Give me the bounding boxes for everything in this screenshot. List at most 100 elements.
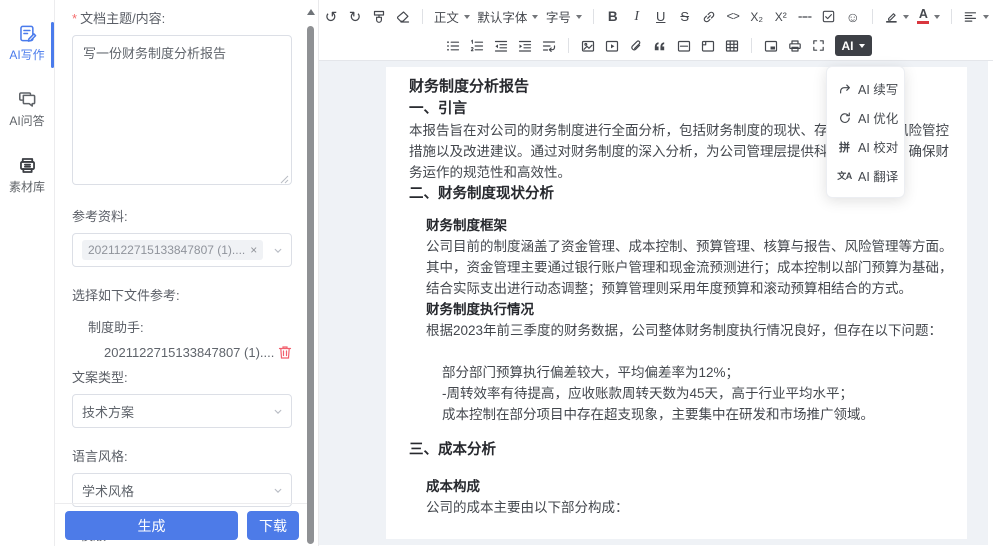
doc-type-select[interactable]: 技术方案 bbox=[72, 394, 292, 428]
required-mark: * bbox=[72, 11, 77, 26]
format-painter-button[interactable] bbox=[368, 5, 390, 28]
download-button[interactable]: 下载 bbox=[247, 511, 299, 540]
subscript-button[interactable]: X₂ bbox=[746, 5, 768, 28]
underline-button[interactable]: U bbox=[650, 5, 672, 28]
sidebar-item-material-library[interactable]: 素材库 bbox=[0, 156, 54, 195]
style-select[interactable]: 学术风格 bbox=[72, 473, 292, 507]
ai-continue-icon bbox=[837, 82, 852, 96]
nav-rail: AI写作 AI问答 素材库 bbox=[0, 0, 55, 546]
menu-item-ai-optimize[interactable]: AI 优化 bbox=[827, 103, 904, 132]
editor-scroll-track[interactable] bbox=[988, 61, 993, 545]
insert-table-button[interactable] bbox=[721, 34, 743, 57]
referenced-file-name: 2021122715133847807 (1).... bbox=[104, 345, 274, 360]
clear-format-button[interactable] bbox=[392, 5, 414, 28]
eraser-icon bbox=[395, 9, 411, 25]
chevron-down-icon bbox=[274, 247, 282, 255]
align-left-icon bbox=[963, 9, 978, 24]
reference-select[interactable]: 2021122715133847807 (1).... × bbox=[72, 233, 292, 267]
sidebar-item-ai-qa[interactable]: AI问答 bbox=[0, 90, 54, 129]
assistant-label: 制度助手: bbox=[88, 317, 292, 336]
generate-button[interactable]: 生成 bbox=[65, 511, 238, 540]
bold-button[interactable]: B bbox=[602, 5, 624, 28]
font-size-dropdown[interactable]: 字号 bbox=[543, 5, 585, 28]
caret-down-icon bbox=[983, 15, 989, 19]
blockquote-button[interactable] bbox=[649, 34, 671, 57]
text-wrap-button[interactable] bbox=[538, 34, 560, 57]
remove-tag-icon[interactable]: × bbox=[250, 244, 257, 256]
page-break-icon bbox=[700, 38, 716, 54]
caret-down-icon bbox=[576, 15, 582, 19]
horizontal-rule-button[interactable] bbox=[794, 5, 816, 28]
ai-writing-icon bbox=[18, 24, 37, 43]
indent-button[interactable] bbox=[514, 34, 536, 57]
ai-qa-icon bbox=[18, 90, 37, 109]
paperclip-icon bbox=[628, 38, 644, 54]
chevron-down-icon bbox=[274, 487, 282, 495]
doc-paragraph-execution: 根据2023年前三季度的财务数据，公司整体财务制度执行情况良好，但存在以下问题： bbox=[426, 320, 953, 341]
embed-button[interactable] bbox=[760, 34, 782, 57]
divider-button[interactable] bbox=[673, 34, 695, 57]
superscript-button[interactable]: X² bbox=[770, 5, 792, 28]
editor-toolbar: ↺ ↻ 正文 默认字体 字号 B I U S <> X₂ X² ☺ bbox=[319, 0, 993, 61]
sidebar-item-ai-writing[interactable]: AI写作 bbox=[0, 24, 54, 63]
insert-video-button[interactable] bbox=[601, 34, 623, 57]
redo-button[interactable]: ↻ bbox=[344, 5, 366, 28]
caret-down-icon bbox=[532, 15, 538, 19]
link-button[interactable] bbox=[698, 5, 720, 28]
strikethrough-button[interactable]: S bbox=[674, 5, 696, 28]
attachment-button[interactable] bbox=[625, 34, 647, 57]
ordered-list-button[interactable] bbox=[466, 34, 488, 57]
ai-dropdown-button[interactable]: AI bbox=[835, 35, 872, 56]
font-family-dropdown[interactable]: 默认字体 bbox=[475, 5, 541, 28]
menu-item-ai-proofread[interactable]: 拼 AI 校对 bbox=[827, 132, 904, 161]
page-break-button[interactable] bbox=[697, 34, 719, 57]
delete-file-icon[interactable] bbox=[278, 345, 292, 360]
insert-image-button[interactable] bbox=[577, 34, 599, 57]
file-reference-label: 选择如下文件参考: bbox=[72, 285, 292, 304]
task-checkbox-button[interactable] bbox=[818, 5, 840, 28]
quote-icon bbox=[652, 38, 667, 53]
outdent-button[interactable] bbox=[490, 34, 512, 57]
toolbar-separator bbox=[872, 9, 873, 24]
image-icon bbox=[580, 38, 596, 54]
embed-icon bbox=[763, 38, 779, 54]
bullet-list-button[interactable] bbox=[442, 34, 464, 57]
scrollbar-thumb[interactable] bbox=[307, 26, 314, 544]
code-button[interactable]: <> bbox=[722, 5, 744, 28]
fullscreen-icon bbox=[811, 38, 826, 53]
print-button[interactable] bbox=[784, 34, 806, 57]
doc-heading-cost-structure: 成本构成 bbox=[426, 476, 953, 497]
doc-issue-item: 成本控制在部分项目中存在超支现象，主要集中在研发和市场推广领域。 bbox=[442, 404, 953, 425]
toolbar-separator bbox=[593, 9, 594, 24]
chevron-down-icon bbox=[274, 408, 282, 416]
menu-item-ai-translate[interactable]: 文A AI 翻译 bbox=[827, 161, 904, 190]
doc-paragraph-framework: 公司目前的制度涵盖了资金管理、成本控制、预算管理、核算与报告、风险管理等方面。其… bbox=[426, 236, 953, 299]
toolbar-row-2: AI bbox=[319, 31, 993, 60]
panel-scrollbar[interactable] bbox=[306, 0, 315, 546]
menu-item-ai-continue[interactable]: AI 续写 bbox=[827, 74, 904, 103]
alignment-dropdown[interactable] bbox=[960, 5, 992, 28]
ordered-list-icon bbox=[469, 38, 485, 54]
undo-button[interactable]: ↺ bbox=[320, 5, 342, 28]
app-window: AI写作 AI问答 素材库 *文档主题/内容: 写一份财务制度分析报告 参考资料… bbox=[0, 0, 993, 546]
ai-translate-icon: 文A bbox=[837, 169, 852, 182]
italic-button[interactable]: I bbox=[626, 5, 648, 28]
topic-input[interactable]: 写一份财务制度分析报告 bbox=[72, 35, 292, 185]
scroll-up-arrow-icon[interactable] bbox=[307, 9, 315, 15]
toolbar-separator bbox=[951, 9, 952, 24]
horizontal-rule-icon bbox=[797, 9, 813, 25]
resize-handle[interactable] bbox=[280, 175, 289, 184]
emoji-button[interactable]: ☺ bbox=[842, 5, 864, 28]
paragraph-style-dropdown[interactable]: 正文 bbox=[431, 5, 473, 28]
highlight-color-dropdown[interactable] bbox=[881, 5, 913, 28]
fullscreen-button[interactable] bbox=[808, 34, 830, 57]
bullet-list-icon bbox=[445, 38, 461, 54]
material-library-icon bbox=[18, 156, 37, 175]
font-color-dropdown[interactable]: A bbox=[914, 5, 943, 28]
ai-proofread-icon: 拼 bbox=[837, 139, 852, 155]
sidebar-item-label: AI写作 bbox=[9, 46, 44, 63]
caret-down-icon bbox=[903, 15, 909, 19]
doc-heading-cost: 三、成本分析 bbox=[409, 440, 953, 461]
ai-dropdown-menu: AI 续写 AI 优化 拼 AI 校对 文A AI 翻译 bbox=[826, 66, 905, 198]
referenced-file-row: 2021122715133847807 (1).... bbox=[104, 345, 292, 360]
